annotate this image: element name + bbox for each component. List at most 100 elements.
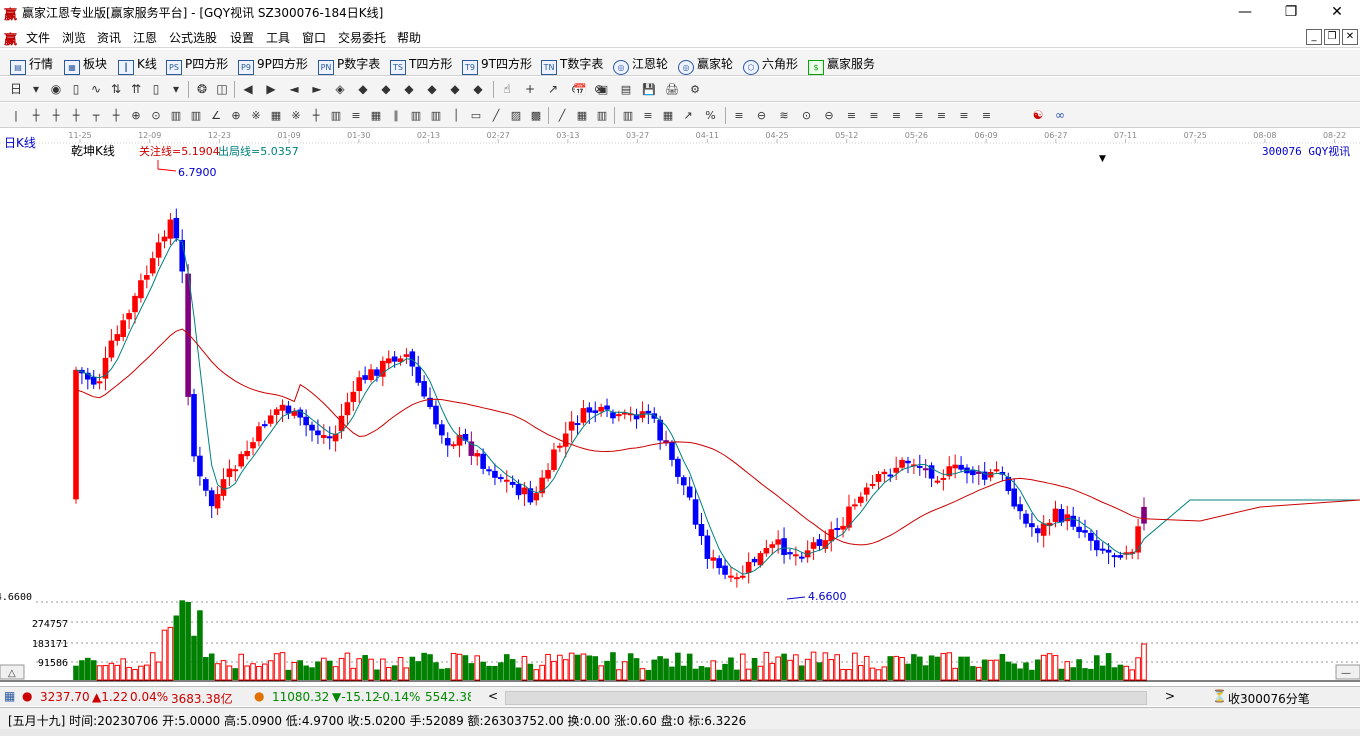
- draw-tool-28-icon[interactable]: ▦: [574, 108, 590, 123]
- draw-tool-45-icon[interactable]: ≡: [956, 108, 972, 123]
- menu-news[interactable]: 资讯: [97, 29, 121, 46]
- draw-tool-42-icon[interactable]: ≡: [889, 108, 905, 123]
- draw-tool-3-icon[interactable]: ┼: [68, 108, 84, 123]
- wave-icon[interactable]: ∿: [88, 82, 104, 97]
- candle-dropdown-icon[interactable]: ▾: [168, 82, 184, 97]
- d5-icon[interactable]: ◆: [424, 82, 440, 97]
- mdi-close-button[interactable]: ✕: [1342, 29, 1358, 45]
- winner-service-button[interactable]: $ 赢家服务: [808, 55, 875, 75]
- table-icon[interactable]: ▣: [595, 82, 611, 97]
- trend-icon[interactable]: ↗: [545, 82, 561, 97]
- tick-trade-link[interactable]: 收300076分笔: [1228, 690, 1310, 707]
- draw-tool-36-icon[interactable]: ⊖: [754, 108, 770, 123]
- grid-icon[interactable]: ▦: [4, 689, 15, 703]
- draw-tool-15-icon[interactable]: ┼: [308, 108, 324, 123]
- 9t-square-button[interactable]: T9 9T四方形: [462, 55, 532, 75]
- draw-tool-9-icon[interactable]: ▥: [188, 108, 204, 123]
- infinity-icon[interactable]: ∞: [1052, 108, 1068, 123]
- draw-tool-37-icon[interactable]: ≋: [776, 108, 792, 123]
- calendar-icon[interactable]: 📅: [572, 82, 588, 97]
- kline-chart[interactable]: 11-25 12-09 12-23 01-09 01-30 02-13 02-27 03-13…: [0, 129, 1360, 685]
- list-icon[interactable]: ▤: [618, 82, 634, 97]
- hexagon-button[interactable]: ⬡ 六角形: [743, 55, 798, 75]
- draw-tool-25-icon[interactable]: ▨: [508, 108, 524, 123]
- last-icon[interactable]: ▶: [263, 82, 279, 97]
- draw-tool-29-icon[interactable]: ▥: [594, 108, 610, 123]
- sort2-icon[interactable]: ⇈: [128, 82, 144, 97]
- config-icon[interactable]: ⚙: [687, 82, 703, 97]
- draw-tool-24-icon[interactable]: ╱: [488, 108, 504, 123]
- draw-tool-38-icon[interactable]: ⊙: [799, 108, 815, 123]
- sector-button[interactable]: ▦ 板块: [64, 55, 107, 75]
- draw-tool-11-icon[interactable]: ⊕: [228, 108, 244, 123]
- yin-yang-icon[interactable]: ☯: [1030, 108, 1046, 123]
- draw-tool-14-icon[interactable]: ※: [288, 108, 304, 123]
- draw-tool-23-icon[interactable]: ▭: [468, 108, 484, 123]
- gann-wheel-button[interactable]: ◎ 江恩轮: [613, 55, 668, 75]
- sz-index-value[interactable]: 11080.32: [272, 690, 329, 704]
- draw-tool-4-icon[interactable]: ┬: [88, 108, 104, 123]
- minimize-button[interactable]: —: [1222, 0, 1268, 24]
- draw-tool-44-icon[interactable]: ≡: [934, 108, 950, 123]
- menu-logo-icon[interactable]: 赢: [4, 29, 17, 48]
- first-icon[interactable]: ◀: [240, 82, 256, 97]
- menu-settings[interactable]: 设置: [230, 29, 254, 46]
- menu-trade[interactable]: 交易委托: [338, 29, 386, 46]
- page-icon[interactable]: ▯: [68, 82, 84, 97]
- gear-icon[interactable]: ❂: [194, 82, 210, 97]
- menu-help[interactable]: 帮助: [397, 29, 421, 46]
- draw-tool-1-icon[interactable]: ┼: [28, 108, 44, 123]
- winner-wheel-button[interactable]: ◎ 赢家轮: [678, 55, 733, 75]
- kline-button[interactable]: ┃ K线: [118, 55, 157, 75]
- menu-window[interactable]: 窗口: [302, 29, 326, 46]
- restore-button[interactable]: ❐: [1268, 0, 1314, 24]
- p-square-button[interactable]: PS P四方形: [166, 55, 228, 75]
- 9p-square-button[interactable]: P9 9P四方形: [238, 55, 308, 75]
- next-icon[interactable]: ►: [309, 82, 325, 97]
- sort-icon[interactable]: ⇅: [108, 82, 124, 97]
- t-square-button[interactable]: TS T四方形: [390, 55, 452, 75]
- menu-file[interactable]: 文件: [26, 29, 50, 46]
- draw-tool-7-icon[interactable]: ⊙: [148, 108, 164, 123]
- d1-icon[interactable]: ◈: [332, 82, 348, 97]
- draw-tool-32-icon[interactable]: ▦: [660, 108, 676, 123]
- draw-tool-21-icon[interactable]: ▥: [428, 108, 444, 123]
- d7-icon[interactable]: ◆: [470, 82, 486, 97]
- draw-tool-8-icon[interactable]: ▥: [168, 108, 184, 123]
- draw-tool-2-icon[interactable]: ┼: [48, 108, 64, 123]
- scroll-right-button-2[interactable]: >: [1165, 689, 1175, 703]
- d2-icon[interactable]: ◆: [355, 82, 371, 97]
- draw-tool-17-icon[interactable]: ≡: [348, 108, 364, 123]
- candle-icon[interactable]: ▯: [148, 82, 164, 97]
- print-icon[interactable]: 🖨: [664, 82, 680, 97]
- prev-icon[interactable]: ◄: [286, 82, 302, 97]
- t-number-table-button[interactable]: TN T数字表: [541, 55, 603, 75]
- draw-tool-13-icon[interactable]: ▦: [268, 108, 284, 123]
- draw-tool-31-icon[interactable]: ≡: [640, 108, 656, 123]
- quote-button[interactable]: ▤ 行情: [10, 55, 53, 75]
- draw-tool-26-icon[interactable]: ▩: [528, 108, 544, 123]
- mdi-restore-button[interactable]: ❐: [1324, 29, 1340, 45]
- draw-tool-18-icon[interactable]: ▦: [368, 108, 384, 123]
- draw-tool-35-icon[interactable]: ≡: [731, 108, 747, 123]
- save-icon[interactable]: 💾: [641, 82, 657, 97]
- menu-browse[interactable]: 浏览: [62, 29, 86, 46]
- draw-tool-33-icon[interactable]: ↗: [680, 108, 696, 123]
- draw-tool-6-icon[interactable]: ⊕: [128, 108, 144, 123]
- draw-tool-0-icon[interactable]: |: [8, 108, 24, 123]
- menu-formula[interactable]: 公式选股: [169, 29, 217, 46]
- draw-tool-46-icon[interactable]: ≡: [979, 108, 995, 123]
- indicator-icon[interactable]: ◉: [48, 82, 64, 97]
- draw-tool-34-icon[interactable]: %: [703, 108, 719, 123]
- period-dropdown-icon[interactable]: ▾: [28, 82, 44, 97]
- window-icon[interactable]: ◫: [214, 82, 230, 97]
- draw-tool-19-icon[interactable]: ∥: [388, 108, 404, 123]
- sh-index-value[interactable]: 3237.70: [40, 690, 90, 704]
- draw-tool-5-icon[interactable]: ┼: [108, 108, 124, 123]
- draw-tool-41-icon[interactable]: ≡: [866, 108, 882, 123]
- scroll-left-button[interactable]: <: [488, 689, 498, 703]
- draw-tool-22-icon[interactable]: │: [448, 108, 464, 123]
- d6-icon[interactable]: ◆: [447, 82, 463, 97]
- draw-tool-16-icon[interactable]: ▥: [328, 108, 344, 123]
- mdi-minimize-button[interactable]: _: [1306, 29, 1322, 45]
